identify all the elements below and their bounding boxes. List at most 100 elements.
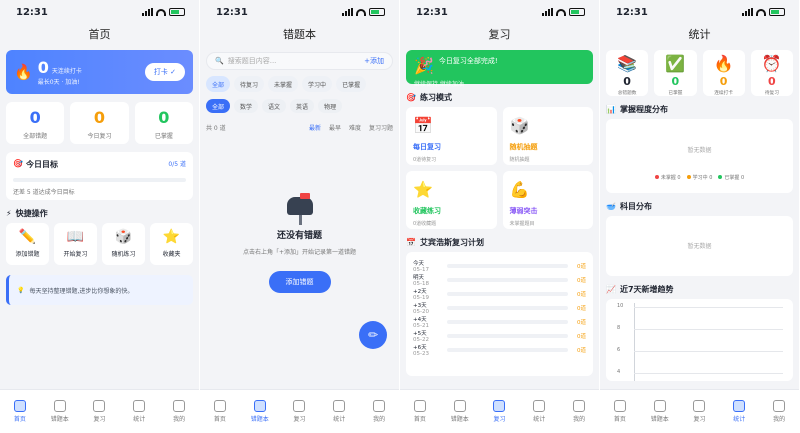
tab-review[interactable]: 复习 — [80, 390, 120, 433]
add-error-action[interactable]: ✏️ 添加错题 — [6, 223, 49, 265]
streak-label: 天连续打卡 — [51, 68, 82, 75]
empty-subtitle: 点击右上角「+添加」开始记录第一道错题 — [242, 249, 357, 256]
add-error-button[interactable]: 添加错题 — [268, 271, 331, 293]
tab-home[interactable]: 首页 — [200, 390, 240, 433]
stats-screen: 12:31 统计 📚 0 总错题数 ✅ 0 已掌握 🔥 0 连续打卡 ⏰ 0 待复习 📊 掌握程度… — [600, 0, 800, 433]
start-review-action[interactable]: 📖 开始复习 — [54, 223, 97, 265]
checkin-button[interactable]: 打卡 ✓ — [144, 63, 185, 81]
favorite-practice-mode[interactable]: ⭐ 收藏练习 0道收藏题 — [406, 171, 497, 229]
user-icon — [173, 400, 186, 412]
subject-math[interactable]: 数学 — [234, 99, 259, 113]
goal-progress — [13, 178, 186, 182]
alarm-icon: ⏰ — [761, 54, 782, 73]
sort-newest[interactable]: 最新 — [309, 123, 321, 132]
stat-total[interactable]: 0 全部错题 — [6, 102, 65, 144]
tab-errors[interactable]: 错题本 — [40, 390, 80, 433]
dice-icon: 🎲 — [509, 116, 530, 135]
check-circle-icon — [293, 400, 306, 412]
user-icon — [373, 400, 386, 412]
sort-oldest[interactable]: 最早 — [329, 123, 341, 132]
streak-stat[interactable]: 🔥 0 连续打卡 — [702, 50, 745, 96]
chart-icon — [733, 400, 746, 412]
status-bar: 12:31 — [0, 0, 199, 24]
banner-subtitle: 继续保持,继续加油 — [414, 81, 464, 88]
review-plan-heading: 艾宾浩斯复习计划 — [419, 238, 484, 247]
chart-icon — [333, 400, 346, 412]
tab-home[interactable]: 首页 — [400, 390, 440, 433]
random-practice-action[interactable]: 🎲 随机练习 — [102, 223, 145, 265]
stat-mastered[interactable]: 0 已掌握 — [134, 102, 193, 144]
search-input[interactable]: 🔍 搜索题目内容... +添加 — [206, 52, 393, 70]
plan-row: +5天 05-22 0道 — [413, 331, 586, 343]
question-count: 共 0 道 — [206, 125, 226, 132]
banner-title: 今日复习全部完成! — [438, 57, 498, 65]
streak-count: 0 — [37, 58, 49, 77]
trend-heading: 近7天新增趋势 — [619, 285, 674, 294]
daily-review-mode[interactable]: 📅 每日复习 0道待复习 — [406, 107, 497, 165]
party-icon: 🎉 — [414, 56, 434, 75]
chip-learning[interactable]: 学习中 — [302, 76, 333, 92]
tab-me[interactable]: 我的 — [159, 390, 199, 433]
calendar-icon: 📅 — [413, 116, 433, 135]
battery-icon — [369, 8, 385, 16]
home-icon — [213, 400, 226, 412]
tab-home[interactable]: 首页 — [0, 390, 40, 433]
tab-stats[interactable]: 统计 — [319, 390, 359, 433]
subject-filter-chips: 全部 数学 语文 英语 物理 — [206, 99, 393, 113]
status-time: 12:31 — [416, 6, 448, 18]
tab-review[interactable]: 复习 — [680, 390, 720, 433]
tab-stats[interactable]: 统计 — [119, 390, 159, 433]
subject-english[interactable]: 英语 — [290, 99, 315, 113]
check-circle-icon — [693, 400, 706, 412]
chip-unmastered[interactable]: 未掌握 — [268, 76, 299, 92]
calendar-icon: 📅 — [406, 238, 416, 247]
tab-stats[interactable]: 统计 — [719, 390, 759, 433]
random-practice-label: 随机练习 — [111, 251, 136, 258]
goal-hint: 还差 5 道达成今日目标 — [13, 189, 75, 196]
review-plan-card: 今天 05-17 0道 明天 05-18 0道 +2天 05-19 0道 +3天 05-20 0… — [406, 252, 593, 376]
add-link[interactable]: +添加 — [364, 56, 384, 66]
tab-errors[interactable]: 错题本 — [640, 390, 680, 433]
random-practice-mode[interactable]: 🎲 随机抽题 随机抽题 — [502, 107, 593, 165]
tab-home[interactable]: 首页 — [600, 390, 640, 433]
chip-pending-review[interactable]: 待复习 — [234, 76, 265, 92]
sort-review-count[interactable]: 复习习题 — [369, 123, 393, 132]
chart-icon — [533, 400, 546, 412]
battery-icon — [769, 8, 785, 16]
subject-distribution-card: 暂无数据 — [606, 216, 793, 276]
lightbulb-icon: 💡 — [17, 286, 25, 294]
chip-mastered[interactable]: 已掌握 — [336, 76, 367, 92]
floating-add-button[interactable]: ✏ — [359, 321, 387, 349]
mastered-stat[interactable]: ✅ 0 已掌握 — [654, 50, 697, 96]
stat-today[interactable]: 0 今日复习 — [70, 102, 129, 144]
tab-me[interactable]: 我的 — [559, 390, 599, 433]
mastery-legend: 未掌握 0 学习中 0 已掌握 0 — [606, 174, 793, 181]
signal-icon — [342, 8, 353, 16]
weak-point-mode[interactable]: 💪 薄弱突击 未掌握题目 — [502, 171, 593, 229]
books-icon: 📚 — [617, 54, 638, 73]
tab-me[interactable]: 我的 — [359, 390, 399, 433]
subject-physics[interactable]: 物理 — [318, 99, 343, 113]
tab-errors[interactable]: 错题本 — [240, 390, 280, 433]
chip-all[interactable]: 全部 — [206, 76, 231, 92]
sort-difficulty[interactable]: 难度 — [349, 123, 361, 132]
wifi-icon — [156, 8, 166, 16]
favorites-action[interactable]: ⭐ 收藏夹 — [150, 223, 193, 265]
goal-value: 0/5 道 — [168, 161, 186, 168]
trend-icon: 📈 — [606, 285, 616, 294]
random-practice-title: 随机抽题 — [509, 143, 538, 151]
mastery-card: 暂无数据 未掌握 0 学习中 0 已掌握 0 — [606, 119, 793, 193]
user-icon — [773, 400, 786, 412]
subject-chinese[interactable]: 语文 — [262, 99, 287, 113]
tab-review[interactable]: 复习 — [480, 390, 520, 433]
subject-all[interactable]: 全部 — [206, 99, 231, 113]
tab-stats[interactable]: 统计 — [519, 390, 559, 433]
tab-me[interactable]: 我的 — [759, 390, 799, 433]
home-title: 首页 — [88, 28, 111, 41]
tab-errors[interactable]: 错题本 — [440, 390, 480, 433]
tab-review[interactable]: 复习 — [280, 390, 320, 433]
total-errors-stat[interactable]: 📚 0 总错题数 — [606, 50, 649, 96]
bowl-icon: 🥣 — [606, 202, 616, 211]
pending-review-stat[interactable]: ⏰ 0 待复习 — [750, 50, 793, 96]
favorite-practice-subtitle: 0道收藏题 — [413, 221, 437, 227]
